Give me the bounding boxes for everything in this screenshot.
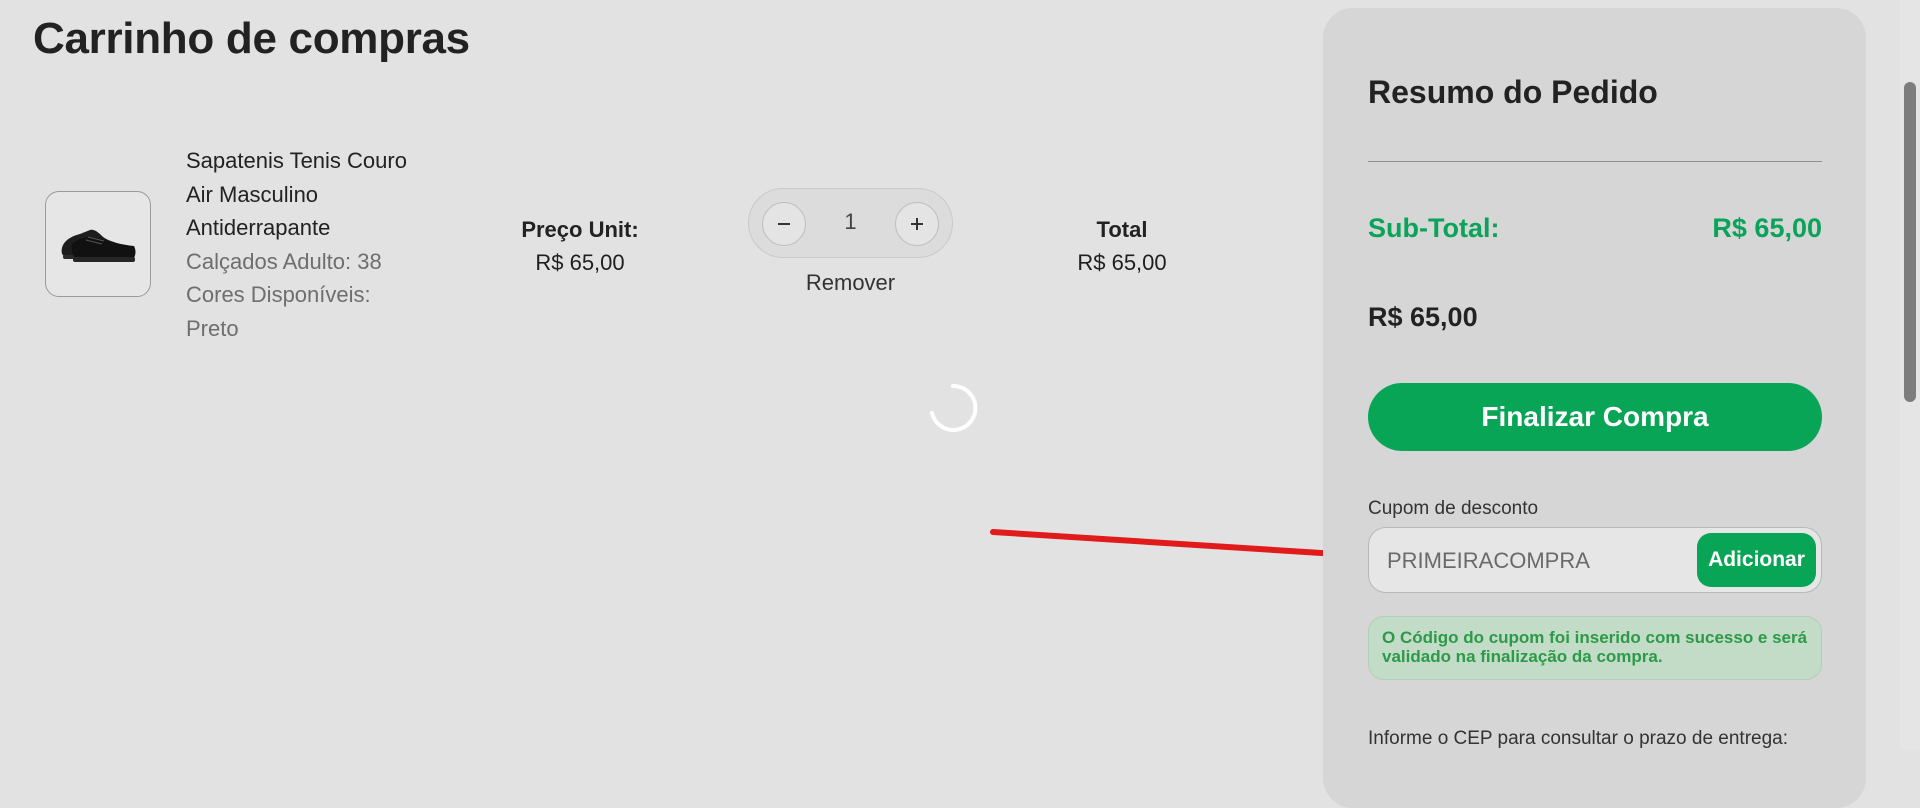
remove-item-link[interactable]: Remover: [748, 270, 953, 296]
scrollbar-thumb[interactable]: [1904, 82, 1916, 402]
apply-coupon-button[interactable]: Adicionar: [1697, 533, 1816, 587]
product-name-line-3[interactable]: Antiderrapante: [186, 211, 446, 245]
checkout-button[interactable]: Finalizar Compra: [1368, 383, 1822, 451]
grand-total: R$ 65,00: [1368, 302, 1478, 332]
coupon-label: Cupom de desconto: [1368, 498, 1539, 519]
subtotal-value: R$ 65,00: [1712, 213, 1822, 243]
cart-item: Sapatenis Tenis Couro Air Masculino Anti…: [0, 140, 1280, 360]
unit-price-value: R$ 65,00: [535, 250, 625, 275]
unit-price-label: Preço Unit:: [521, 217, 639, 242]
coupon-field: Adicionar: [1368, 527, 1822, 593]
product-name-line-1[interactable]: Sapatenis Tenis Couro: [186, 144, 446, 178]
sneaker-image: [61, 229, 136, 262]
product-thumbnail[interactable]: [45, 191, 151, 297]
page-scrollbar[interactable]: [1900, 0, 1920, 750]
page-title: Carrinho de compras: [33, 14, 470, 63]
item-total-label: Total: [1096, 217, 1148, 242]
product-color-value: Preto: [186, 315, 239, 341]
summary-title: Resumo do Pedido: [1368, 74, 1658, 110]
quantity-value: 1: [844, 209, 857, 234]
plus-icon: [911, 218, 923, 230]
item-total: Total R$ 65,00: [1022, 213, 1222, 279]
quantity-stepper: 1: [748, 188, 953, 258]
unit-price: Preço Unit: R$ 65,00: [480, 213, 680, 279]
summary-divider: [1368, 161, 1822, 162]
subtotal-row: Sub-Total: R$ 65,00: [1368, 213, 1822, 244]
product-info: Sapatenis Tenis Couro Air Masculino Anti…: [186, 144, 446, 345]
order-summary-panel: Resumo do Pedido Sub-Total: R$ 65,00 R$ …: [1323, 8, 1866, 808]
coupon-input[interactable]: [1385, 540, 1689, 582]
loading-spinner-icon: [930, 383, 978, 432]
product-colors-label: Cores Disponíveis:: [186, 282, 371, 307]
increase-quantity-button[interactable]: [895, 202, 939, 246]
subtotal-label: Sub-Total:: [1368, 213, 1500, 243]
decrease-quantity-button[interactable]: [762, 202, 806, 246]
minus-icon: [778, 223, 790, 225]
item-total-value: R$ 65,00: [1077, 250, 1167, 275]
cep-label: Informe o CEP para consultar o prazo de …: [1368, 728, 1789, 749]
product-name-line-2[interactable]: Air Masculino: [186, 178, 446, 212]
coupon-success-message: O Código do cupom foi inserido com suces…: [1368, 616, 1822, 680]
product-size: Calçados Adulto: 38: [186, 248, 382, 274]
